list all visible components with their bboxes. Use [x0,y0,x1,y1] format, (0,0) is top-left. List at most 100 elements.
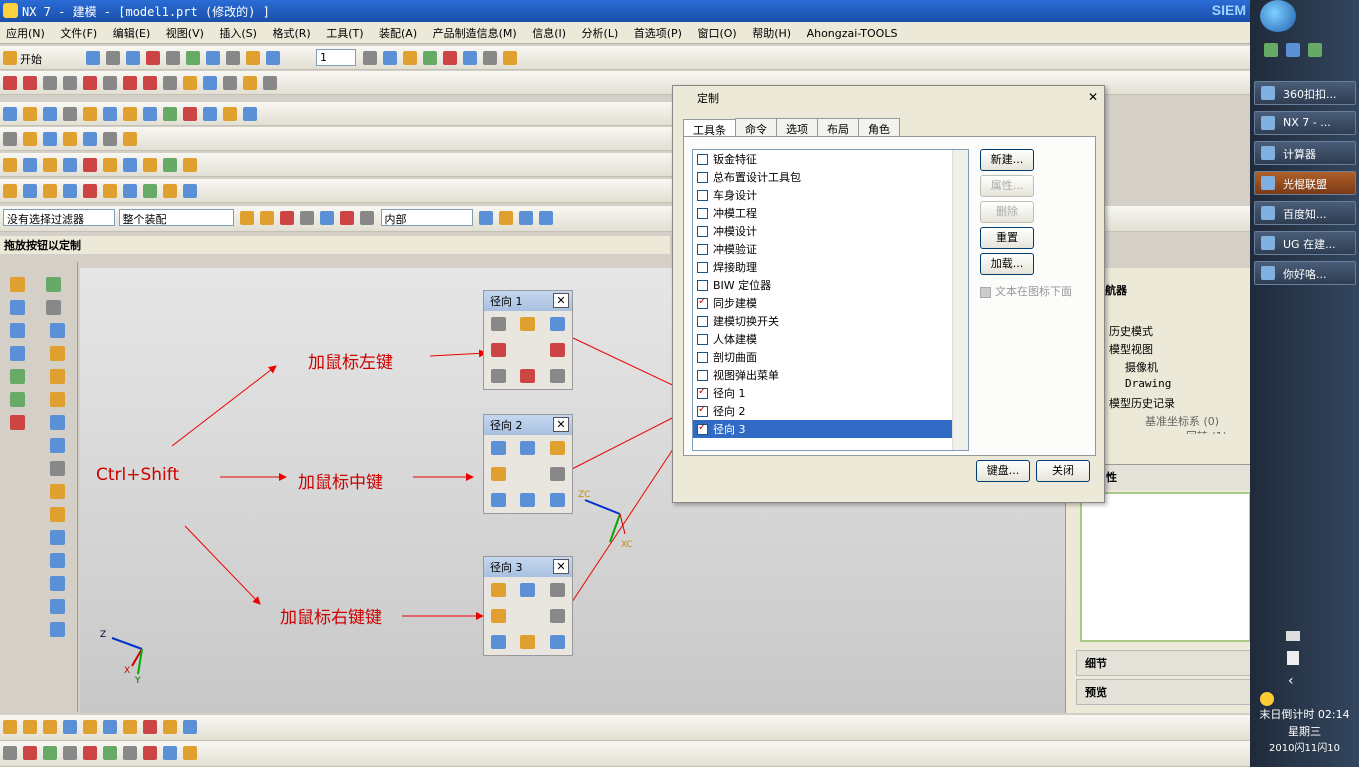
copy-icon[interactable] [205,51,220,65]
chamfer-icon[interactable] [243,107,257,121]
sketch-profile-icon[interactable] [103,746,117,760]
task-nx[interactable]: NX 7 - ... [1254,111,1356,135]
redo-icon[interactable] [165,51,180,65]
revolve-icon[interactable] [23,107,37,121]
surface-icon-8[interactable] [143,158,157,172]
project-icon[interactable] [203,76,217,90]
left-tool-icon-14[interactable] [50,415,65,430]
toolbar-list-item[interactable]: 冲模设计 [693,222,968,240]
menu-file[interactable]: 文件(F) [54,22,103,44]
rectangle-icon[interactable] [123,76,137,90]
render-style-icon[interactable] [402,51,417,65]
left-tool-icon-20[interactable] [50,553,65,568]
text-below-icon-option[interactable]: 文本在图标下面 [980,283,1072,299]
menu-info[interactable]: 信息(I) [526,22,572,44]
bottom-tool-icon-7[interactable] [123,720,137,734]
radial1-tool-5[interactable] [549,343,565,357]
load-button[interactable]: 加载... [980,253,1034,275]
extend-icon[interactable] [263,76,277,90]
point-icon[interactable] [83,76,97,90]
keyboard-icon[interactable] [1286,631,1300,641]
menu-pmi[interactable]: 产品制造信息(M) [427,22,523,44]
extrude-icon[interactable] [3,107,17,121]
radial2-tool-4[interactable] [491,467,507,481]
start-button[interactable] [1260,0,1296,32]
sync-icon-4[interactable] [63,184,77,198]
radial3-tool-4[interactable] [491,609,507,623]
radial3-tool-2[interactable] [520,583,536,597]
arc-icon[interactable] [23,76,37,90]
toolbar-list-item[interactable]: 径向 1 [693,384,968,402]
layer-select[interactable]: 1 [316,49,356,66]
nav-drawing[interactable]: Drawing [1125,377,1171,390]
bottom-tool-icon-6[interactable] [103,720,117,734]
delete-button[interactable]: 删除 [980,201,1034,223]
toolbar-list-item[interactable]: 径向 2 [693,402,968,420]
task-calculator[interactable]: 计算器 [1254,141,1356,165]
toolbar-list-item[interactable]: 剖切曲面 [693,348,968,366]
left-tool-icon-2[interactable] [46,277,61,292]
menu-view[interactable]: 视图(V) [160,22,210,44]
menu-ahongzai-tools[interactable]: Ahongzai-TOOLS [801,24,904,43]
offset-icon[interactable] [183,76,197,90]
hole-icon[interactable] [43,107,57,121]
radial1-tool-4[interactable] [491,343,507,357]
radial1-tool-2[interactable] [520,317,536,331]
select-icon-10[interactable] [519,211,533,225]
toolbar-list-item[interactable]: 总布置设计工具包 [693,168,968,186]
sync-icon-10[interactable] [183,184,197,198]
assembly-icon-3[interactable] [43,132,57,146]
surface-icon-9[interactable] [163,158,177,172]
help-icon[interactable] [1287,651,1299,665]
close-button[interactable]: 关闭 [1036,460,1090,482]
snap-icon[interactable] [442,51,457,65]
select-icon-2[interactable] [260,211,274,225]
select-icon-7[interactable] [360,211,374,225]
toolbar-checkbox[interactable] [697,386,708,399]
left-tool-icon-15[interactable] [50,438,65,453]
assembly-icon-2[interactable] [23,132,37,146]
properties-button[interactable]: 属性... [980,175,1034,197]
select-icon-9[interactable] [499,211,513,225]
wcs-icon[interactable] [422,51,437,65]
toolbar-checkbox[interactable] [697,333,708,345]
refresh-icon[interactable] [1308,43,1322,57]
radial-toolbar-2[interactable]: 径向 2 ✕ [483,414,573,514]
view-orient-icon[interactable] [382,51,397,65]
nav-history-mode[interactable]: 历史模式 [1109,323,1153,339]
radial2-tool-6[interactable] [491,493,507,507]
toolbar-checkbox[interactable] [697,153,708,165]
toolbar-list-item[interactable]: 冲模工程 [693,204,968,222]
radial2-tool-8[interactable] [549,493,565,507]
boss-icon[interactable] [63,107,77,121]
sync-icon-7[interactable] [123,184,137,198]
surface-icon-4[interactable] [63,158,77,172]
sketch-mirror-icon[interactable] [163,746,177,760]
pocket-icon[interactable] [83,107,97,121]
sketch-trim-icon[interactable] [123,746,137,760]
surface-icon-2[interactable] [23,158,37,172]
left-tool-icon-21[interactable] [50,576,65,591]
sketch-polygon-icon[interactable] [43,746,57,760]
groove-icon[interactable] [143,107,157,121]
nav-body[interactable]: 回转 (1) [1186,428,1227,434]
sketch-line-icon[interactable] [83,746,97,760]
grid-icon[interactable] [482,51,497,65]
undo-icon[interactable] [145,51,160,65]
menu-tools[interactable]: 工具(T) [320,22,369,44]
task-nihao[interactable]: 你好咯... [1254,261,1356,285]
open-icon[interactable] [105,51,120,65]
explorer-icon[interactable] [1286,43,1300,57]
toolbar-checkbox[interactable] [697,296,708,309]
task-ug[interactable]: UG 在建... [1254,231,1356,255]
text-icon[interactable] [103,76,117,90]
delete-icon[interactable] [245,51,260,65]
sketch-circle-icon[interactable] [3,746,17,760]
left-tool-icon-7[interactable] [10,346,25,361]
task-baidu[interactable]: 百度知... [1254,201,1356,225]
radial1-tool-7[interactable] [520,369,536,383]
sketch-extend-icon[interactable] [143,746,157,760]
toolbar-list-item[interactable]: 视图弹出菜单 [693,366,968,384]
left-tool-icon-13[interactable] [10,415,25,430]
sync-icon-3[interactable] [43,184,57,198]
